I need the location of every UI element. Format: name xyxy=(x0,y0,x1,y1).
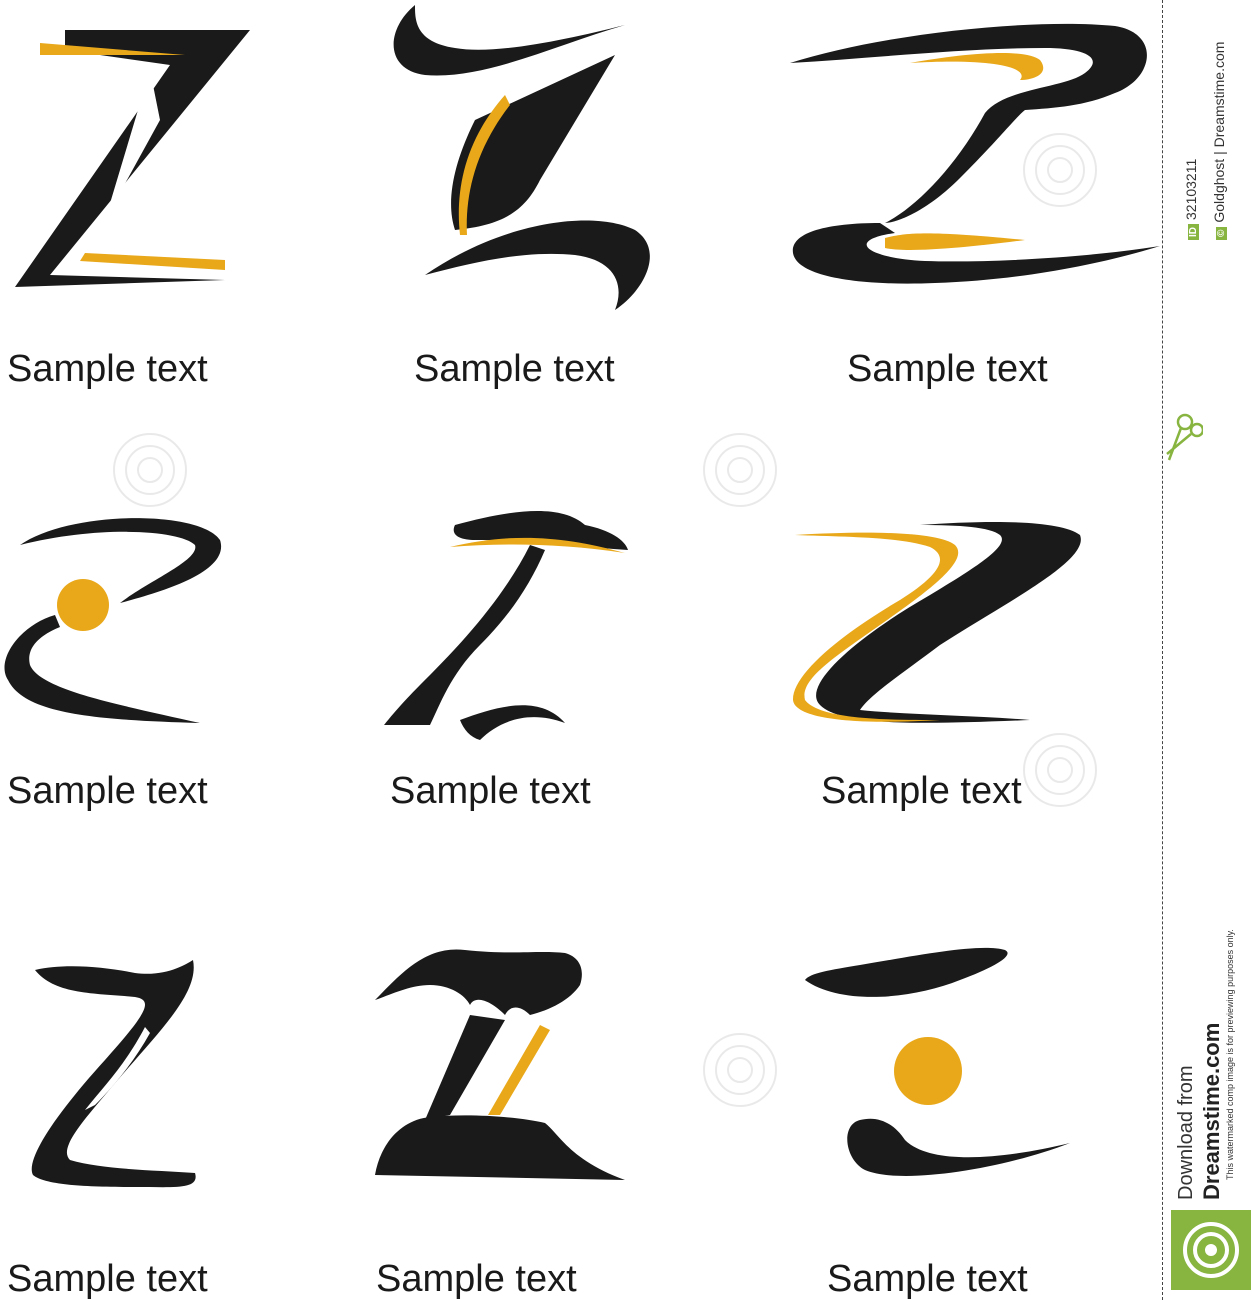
caption-1: Sample text xyxy=(7,348,208,390)
dreamstime-sidebar: ID 32103211 © Goldghost | Dreamstime.com T… xyxy=(1162,0,1252,1300)
download-from-text: Download from xyxy=(1175,1065,1197,1200)
logo-z-2 xyxy=(393,5,650,310)
id-line: ID 32103211 xyxy=(1183,159,1199,240)
logo-z-6 xyxy=(792,522,1081,723)
caption-9: Sample text xyxy=(827,1258,1028,1300)
logo-z-5 xyxy=(384,511,628,740)
dreamstime-logo-icon xyxy=(1171,1210,1251,1290)
logo-z-8 xyxy=(375,949,625,1180)
watermark-swirl-icon xyxy=(1023,733,1097,807)
copyright-badge: © xyxy=(1216,226,1227,240)
logo-z-1 xyxy=(15,30,250,287)
caption-5: Sample text xyxy=(390,770,591,812)
caption-2: Sample text xyxy=(414,348,615,390)
watermark-swirl-icon xyxy=(1023,133,1097,207)
caption-7: Sample text xyxy=(7,1258,208,1300)
scissors-icon xyxy=(1166,413,1203,461)
logo-z-7 xyxy=(31,960,196,1188)
id-number: 32103211 xyxy=(1183,158,1199,220)
credit-line: © Goldghost | Dreamstime.com xyxy=(1211,42,1227,240)
id-badge: ID xyxy=(1188,224,1199,240)
watermark-swirl-icon xyxy=(113,433,187,507)
caption-6: Sample text xyxy=(821,770,1022,812)
credit-text: Goldghost | Dreamstime.com xyxy=(1211,41,1227,223)
logo-z-4 xyxy=(4,518,222,723)
logo-z-9 xyxy=(805,947,1070,1176)
watermark-swirl-icon xyxy=(703,1033,777,1107)
caption-4: Sample text xyxy=(7,770,208,812)
watermark-swirl-icon xyxy=(703,433,777,507)
logo-z-3 xyxy=(790,23,1160,284)
disclaimer-text: This watermarked comp image is for previ… xyxy=(1225,929,1235,1180)
caption-8: Sample text xyxy=(376,1258,577,1300)
site-name-text: Dreamstime.com xyxy=(1199,1022,1224,1200)
caption-3: Sample text xyxy=(847,348,1048,390)
